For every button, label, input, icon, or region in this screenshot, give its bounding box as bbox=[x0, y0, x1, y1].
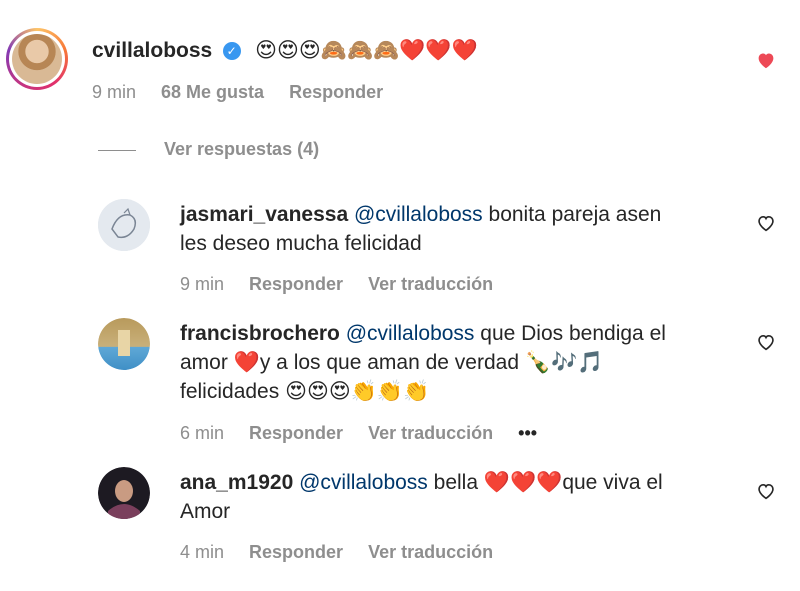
reply-button[interactable]: Responder bbox=[249, 423, 343, 443]
timestamp: 4 min bbox=[180, 542, 225, 562]
like-heart-icon[interactable] bbox=[756, 51, 776, 69]
reply-button[interactable]: Responder bbox=[249, 274, 343, 294]
mention-link[interactable]: @cvillaloboss bbox=[354, 203, 483, 226]
more-options-icon[interactable]: ••• bbox=[518, 423, 537, 443]
main-comment-meta: 9 min 68 Me gusta Responder bbox=[92, 82, 403, 103]
likes-count[interactable]: 68 Me gusta bbox=[161, 82, 264, 102]
reply-text: jasmari_vanessa @cvillaloboss bonita par… bbox=[180, 203, 662, 255]
mention-link[interactable]: @cvillaloboss bbox=[299, 471, 428, 494]
comment-text: 😍😍😍🙈🙈🙈❤️❤️❤️ bbox=[255, 38, 478, 62]
timestamp: 6 min bbox=[180, 423, 225, 443]
like-heart-outline-icon[interactable] bbox=[756, 333, 776, 351]
like-heart-outline-icon[interactable] bbox=[756, 482, 776, 500]
username[interactable]: jasmari_vanessa bbox=[180, 203, 348, 226]
translate-button[interactable]: Ver traducción bbox=[368, 423, 493, 443]
reply-text: ana_m1920 @cvillaloboss bella ❤️❤️❤️que … bbox=[180, 470, 663, 523]
avatar[interactable] bbox=[98, 467, 150, 519]
reply-button[interactable]: Responder bbox=[249, 542, 343, 562]
view-replies-button[interactable]: Ver respuestas (4) bbox=[164, 139, 319, 160]
timestamp: 9 min bbox=[92, 82, 137, 102]
translate-button[interactable]: Ver traducción bbox=[368, 542, 493, 562]
reply-meta: 9 min Responder Ver traducción bbox=[180, 274, 513, 295]
like-heart-outline-icon[interactable] bbox=[756, 214, 776, 232]
timestamp: 9 min bbox=[180, 274, 225, 294]
mention-link[interactable]: @cvillaloboss bbox=[346, 322, 475, 345]
username[interactable]: cvillaloboss bbox=[92, 39, 212, 62]
main-comment-header: cvillaloboss ✓ 😍😍😍🙈🙈🙈❤️❤️❤️ bbox=[92, 36, 478, 65]
avatar[interactable] bbox=[6, 28, 68, 90]
divider-line bbox=[98, 150, 136, 151]
username[interactable]: francisbrochero bbox=[180, 322, 340, 345]
reply-meta: 6 min Responder Ver traducción ••• bbox=[180, 423, 557, 444]
reply-text: francisbrochero @cvillaloboss que Dios b… bbox=[180, 322, 666, 403]
verified-icon: ✓ bbox=[222, 42, 241, 60]
username[interactable]: ana_m1920 bbox=[180, 471, 293, 494]
translate-button[interactable]: Ver traducción bbox=[368, 274, 493, 294]
avatar[interactable] bbox=[98, 199, 150, 251]
reply-button[interactable]: Responder bbox=[289, 82, 383, 102]
avatar[interactable] bbox=[98, 318, 150, 370]
reply-meta: 4 min Responder Ver traducción bbox=[180, 542, 513, 563]
